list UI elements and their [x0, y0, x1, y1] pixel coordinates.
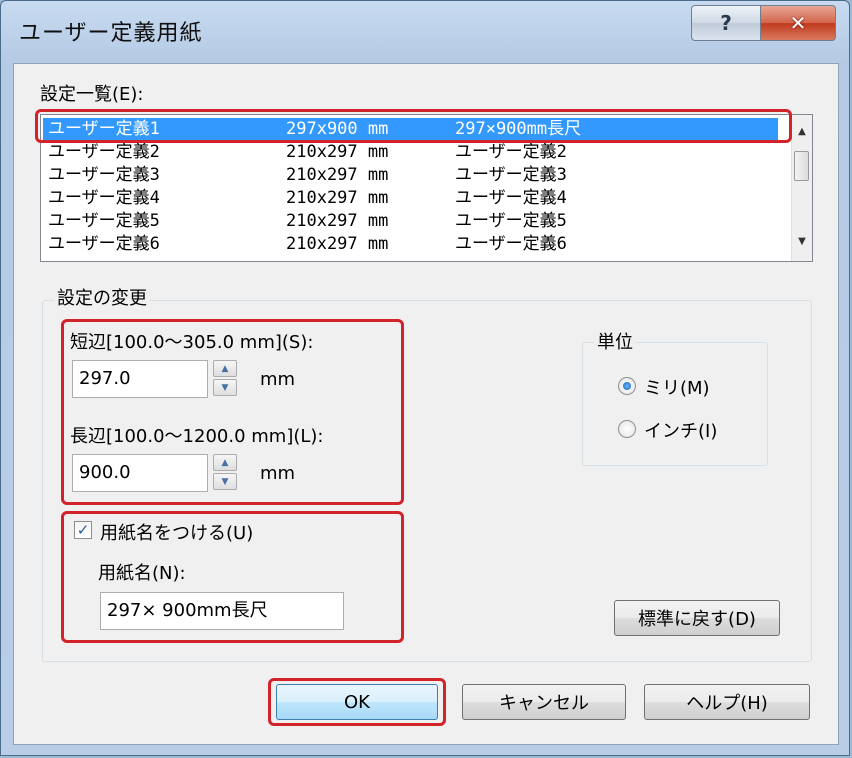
paper-name-input[interactable]: 297× 900mm長尺	[100, 592, 344, 630]
radio-mm[interactable]	[618, 377, 636, 395]
list-cell-size: 210x297 mm	[286, 211, 389, 231]
list-cell-name: ユーザー定義1	[48, 119, 160, 139]
reset-default-button[interactable]: 標準に戻す(D)	[614, 600, 780, 636]
unit-legend: 単位	[594, 328, 636, 354]
change-legend: 設定の変更	[54, 284, 150, 310]
list-cell-size: 210x297 mm	[286, 165, 389, 185]
scroll-up-icon[interactable]: ▲	[794, 123, 810, 139]
dialog-client-area: 設定一覧(E): ユーザー定義1 297x900 mm 297×900mm長尺 …	[13, 63, 839, 745]
list-item[interactable]: ユーザー定義2 210x297 mm ユーザー定義2	[43, 141, 778, 163]
help-button[interactable]: ヘルプ(H)	[644, 684, 810, 720]
list-cell-name: ユーザー定義3	[48, 165, 160, 185]
long-side-unit: mm	[260, 463, 296, 484]
spin-down-icon[interactable]: ▼	[213, 379, 237, 396]
close-icon: ✕	[789, 11, 807, 35]
dialog-window: ユーザー定義用紙 ? ✕ 設定一覧(E): ユーザー定義1 297x900 mm…	[0, 0, 850, 756]
list-cell-paper: ユーザー定義6	[455, 234, 567, 254]
list-item[interactable]: ユーザー定義5 210x297 mm ユーザー定義5	[43, 210, 778, 232]
radio-inch-label[interactable]: インチ(I)	[644, 417, 717, 443]
window-title: ユーザー定義用紙	[19, 21, 203, 46]
scroll-down-icon[interactable]: ▼	[794, 233, 810, 249]
long-side-spinner[interactable]: ▲ ▼	[213, 454, 237, 492]
list-cell-size: 210x297 mm	[286, 188, 389, 208]
list-scrollbar[interactable]: ▲ ▼	[791, 115, 812, 261]
list-cell-paper: 297×900mm長尺	[455, 119, 582, 139]
list-item[interactable]: ユーザー定義4 210x297 mm ユーザー定義4	[43, 187, 778, 209]
settings-list-label: 設定一覧(E):	[40, 84, 144, 105]
list-cell-name: ユーザー定義5	[48, 211, 160, 231]
ok-button[interactable]: OK	[276, 684, 438, 720]
help-icon: ?	[720, 11, 732, 35]
title-help-button[interactable]: ?	[691, 5, 761, 41]
list-cell-paper: ユーザー定義5	[455, 211, 567, 231]
list-cell-paper: ユーザー定義4	[455, 188, 567, 208]
paper-name-checkbox[interactable]: ✓	[74, 521, 92, 539]
short-side-input[interactable]: 297.0	[72, 360, 208, 398]
list-cell-size: 210x297 mm	[286, 142, 389, 162]
list-item[interactable]: ユーザー定義3 210x297 mm ユーザー定義3	[43, 164, 778, 186]
radio-inch[interactable]	[618, 420, 636, 438]
settings-listbox[interactable]: ユーザー定義1 297x900 mm 297×900mm長尺 ユーザー定義2 2…	[40, 114, 813, 262]
spin-up-icon[interactable]: ▲	[213, 454, 237, 471]
spin-up-icon[interactable]: ▲	[213, 360, 237, 377]
list-item-selected[interactable]: ユーザー定義1 297x900 mm 297×900mm長尺	[43, 118, 778, 140]
list-cell-size: 210x297 mm	[286, 234, 389, 254]
paper-name-label: 用紙名(N):	[98, 563, 186, 584]
cancel-button[interactable]: キャンセル	[462, 684, 626, 720]
list-cell-name: ユーザー定義6	[48, 234, 160, 254]
unit-groupbox	[582, 342, 768, 466]
list-cell-name: ユーザー定義2	[48, 142, 160, 162]
scroll-thumb[interactable]	[794, 151, 809, 181]
short-side-spinner[interactable]: ▲ ▼	[213, 360, 237, 398]
list-cell-paper: ユーザー定義2	[455, 142, 567, 162]
list-cell-paper: ユーザー定義3	[455, 165, 567, 185]
list-cell-size: 297x900 mm	[286, 119, 389, 139]
short-side-label: 短辺[100.0～305.0 mm](S):	[70, 332, 314, 353]
list-item[interactable]: ユーザー定義6 210x297 mm ユーザー定義6	[43, 233, 778, 255]
long-side-label: 長辺[100.0～1200.0 mm](L):	[70, 426, 324, 447]
list-cell-name: ユーザー定義4	[48, 188, 160, 208]
short-side-unit: mm	[260, 369, 296, 390]
spin-down-icon[interactable]: ▼	[213, 473, 237, 490]
long-side-input[interactable]: 900.0	[72, 454, 208, 492]
paper-name-check-label[interactable]: 用紙名をつける(U)	[100, 519, 253, 545]
radio-mm-label[interactable]: ミリ(M)	[644, 374, 710, 400]
title-close-button[interactable]: ✕	[760, 5, 836, 41]
